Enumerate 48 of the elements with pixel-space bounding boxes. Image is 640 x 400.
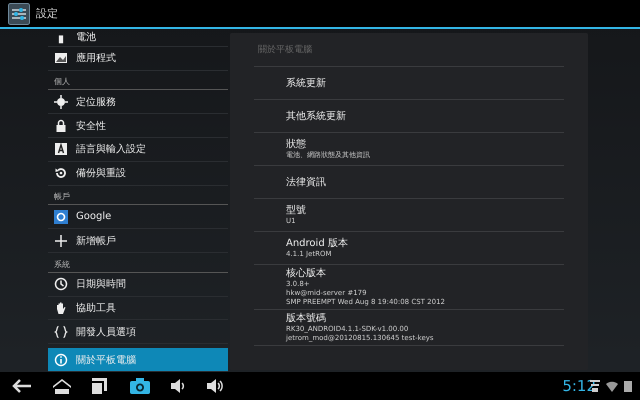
preference-item[interactable]: 法律資訊 [254,166,564,199]
preference-title: 其他系統更新 [286,110,347,122]
sidebar-item[interactable]: 日期與時間 [48,272,228,297]
location-icon [54,94,68,109]
restore-icon [54,166,68,180]
sidebar-item[interactable]: 安全性 [48,114,228,138]
info-icon [54,352,68,367]
keyboard-icon [54,142,68,156]
sidebar-item[interactable]: 關於平板電腦 [48,348,228,372]
google-icon [54,210,68,224]
battery-icon [624,380,632,392]
section-header: 個人 [48,70,228,90]
plus-icon [54,234,68,248]
clock-icon [54,277,68,292]
settings-icon[interactable] [8,2,30,24]
preference-title: 系統更新 [286,76,327,90]
section-header: 帳戶 [48,186,228,206]
volume-down-icon[interactable] [170,378,186,394]
sidebar-item[interactable]: 開發人員選項 [48,320,228,344]
sidebar-item[interactable]: Google [48,205,228,230]
lock-icon [54,118,68,133]
recent-apps-icon[interactable] [92,378,110,394]
apps-icon [54,51,68,66]
sidebar-item[interactable]: 電池 [48,29,228,47]
sidebar-item[interactable]: 協助工具 [48,296,228,320]
hand-icon [54,301,68,316]
app-title: 設定 [36,6,58,21]
sidebar-item[interactable]: 備份與重設 [48,162,228,186]
camera-icon[interactable] [130,378,150,394]
preference-title: 法律資訊 [286,176,327,188]
preference-title: 型號 [286,204,307,217]
sidebar-item[interactable]: 新增帳戶 [48,229,228,254]
sidebar-item[interactable]: 應用程式 [48,46,228,71]
braces-icon [54,324,68,339]
preference-title: 版本號碼 [286,312,327,325]
preference-title: Android 版本 [286,237,349,250]
preference-item[interactable]: 系統更新 [254,67,564,100]
volume-up-icon[interactable] [206,378,224,394]
home-icon[interactable] [52,378,72,394]
sidebar-item[interactable]: 語言與輸入設定 [48,138,228,162]
preference-title: 狀態 [286,138,307,151]
panel-title: 關於平板電腦 [254,33,564,67]
section-header: 系統 [48,253,228,273]
preference-title: 核心版本 [286,267,327,280]
sidebar-item[interactable]: 定位服務 [48,90,228,114]
preference-item[interactable]: 其他系統更新 [254,100,564,133]
back-icon[interactable] [12,379,32,393]
wifi-icon [606,380,618,392]
